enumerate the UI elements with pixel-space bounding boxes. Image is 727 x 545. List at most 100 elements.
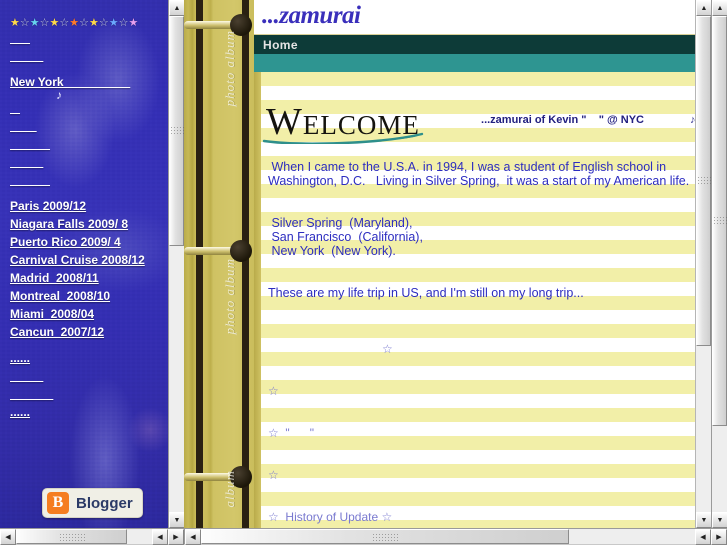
sidebar-item-carnival-cruise[interactable]: Carnival Cruise 2008/12 <box>10 251 168 269</box>
sidebar-link-cancun[interactable]: Cancun 2007/12 <box>10 323 104 341</box>
subtitle-music-note-icon: ♪ <box>689 114 695 126</box>
sidebar-vertical-scrollbar[interactable]: ▲ ▼ <box>168 0 185 528</box>
outer-vertical-scrollbar[interactable]: ▲ ▼ <box>711 0 727 528</box>
website-scroll-down-button[interactable]: ▼ <box>696 512 711 528</box>
sidebar-item-dots-2[interactable]: ...... <box>10 403 168 421</box>
main-scroll-right-button-a[interactable]: ◀ <box>695 529 711 545</box>
decorative-star-icon-4: ☆ <box>39 17 50 29</box>
main-horizontal-scroll-thumb[interactable] <box>201 529 569 544</box>
sidebar-link-blank-6[interactable] <box>10 153 43 171</box>
intro-paragraph-line-1: When I came to the U.S.A. in 1994, I was… <box>268 160 667 174</box>
sidebar-horizontal-scroll-thumb[interactable] <box>16 529 127 544</box>
nav-item-home[interactable]: Home <box>263 38 298 52</box>
decorative-star-icon-5: ★ <box>49 17 60 29</box>
website-scroll-up-button[interactable]: ▲ <box>696 0 711 16</box>
sidebar-link-dots-2[interactable]: ...... <box>10 403 30 421</box>
sidebar-links-trips: Paris 2009/12 Niagara Falls 2009/ 8 Puerto… <box>0 197 168 341</box>
outer-vertical-scroll-thumb[interactable] <box>712 16 727 426</box>
sidebar-link-carnival-cruise[interactable]: Carnival Cruise 2008/12 <box>10 251 145 269</box>
main-panel: photo album photo album album ...zamurai… <box>184 0 727 528</box>
sidebar-link-blank-3[interactable] <box>10 99 20 117</box>
spine-stripe-left <box>196 0 203 528</box>
sidebar-link-new-york[interactable]: New York <box>10 73 130 91</box>
sidebar-item-blank-9[interactable] <box>10 385 168 403</box>
sidebar-item-dots-1[interactable]: ...... <box>10 349 168 367</box>
binder-ring-1 <box>184 14 254 36</box>
blogger-badge[interactable]: B Blogger <box>42 488 143 518</box>
sidebar-link-niagara-falls[interactable]: Niagara Falls 2009/ 8 <box>10 215 128 233</box>
sidebar-link-puerto-rico[interactable]: Puerto Rico 2009/ 4 <box>10 233 121 251</box>
sidebar-vertical-scroll-track[interactable] <box>169 16 184 512</box>
website-vertical-scroll-thumb[interactable] <box>696 16 711 346</box>
decorative-star-icon-13: ★ <box>128 17 139 29</box>
sidebar-link-paris[interactable]: Paris 2009/12 <box>10 197 86 215</box>
sidebar-item-madrid[interactable]: Madrid 2008/11 <box>10 269 168 287</box>
navigation-bar: Home <box>254 34 695 54</box>
sidebar-horizontal-scroll-track[interactable] <box>16 529 152 544</box>
scroll-thumb-grip <box>712 216 727 226</box>
sidebar-link-blank-2[interactable] <box>10 47 43 65</box>
sidebar-item-cancun[interactable]: Cancun 2007/12 <box>10 323 168 341</box>
sidebar-item-blank-1[interactable] <box>10 29 168 47</box>
content-star-2: ☆ <box>268 384 279 398</box>
sidebar-link-blank-7[interactable] <box>10 171 50 189</box>
sidebar-horizontal-scrollbar[interactable]: ◀ ◀ ▶ <box>0 528 184 545</box>
sidebar-item-paris[interactable]: Paris 2009/12 <box>10 197 168 215</box>
main-scroll-left-button[interactable]: ◀ <box>185 529 201 545</box>
sidebar-link-blank-8[interactable] <box>10 367 43 385</box>
sidebar-link-dots-1[interactable]: ...... <box>10 349 30 367</box>
outer-vertical-scroll-track[interactable] <box>712 16 727 512</box>
sidebar-scroll-up-button[interactable]: ▲ <box>169 0 185 16</box>
main-horizontal-scroll-track[interactable] <box>201 529 695 544</box>
sidebar-vertical-scroll-thumb[interactable] <box>169 16 184 246</box>
sidebar-item-puerto-rico[interactable]: Puerto Rico 2009/ 4 <box>10 233 168 251</box>
music-note-icon: ♪ <box>56 88 62 102</box>
sidebar-scroll-left-button[interactable]: ◀ <box>0 529 16 545</box>
website-page: ...zamurai Home WELCOME ...zamurai of Ke… <box>254 0 695 528</box>
sidebar-item-new-york[interactable]: New York <box>10 73 168 91</box>
sidebar-scroll-right-button[interactable]: ▶ <box>168 529 184 545</box>
sidebar-link-blank-5[interactable] <box>10 135 50 153</box>
sidebar-item-niagara-falls[interactable]: Niagara Falls 2009/ 8 <box>10 215 168 233</box>
sidebar-item-blank-2[interactable] <box>10 47 168 65</box>
content-star-rows: ☆ ☆ ☆ " " ☆ <box>254 342 695 482</box>
spine-label-3: album <box>222 470 237 508</box>
sidebar-scroll-down-button[interactable]: ▼ <box>169 512 185 528</box>
sidebar-item-montreal[interactable]: Montreal 2008/10 <box>10 287 168 305</box>
website-vertical-scrollbar[interactable]: ▲ ▼ <box>695 0 711 528</box>
sidebar-link-miami[interactable]: Miami 2008/04 <box>10 305 94 323</box>
sidebar-item-blank-5[interactable] <box>10 135 168 153</box>
history-of-update-heading: ☆ History of Update ☆ <box>268 510 393 524</box>
sidebar-item-blank-6[interactable] <box>10 153 168 171</box>
sidebar-item-blank-8[interactable] <box>10 367 168 385</box>
sidebar-links-bottom: ...... ...... <box>0 349 168 421</box>
sidebar-link-blank-4[interactable] <box>10 117 37 135</box>
sidebar-link-blank-9[interactable] <box>10 385 53 403</box>
main-scroll-area: photo album photo album album ...zamurai… <box>184 0 711 528</box>
sidebar-link-madrid[interactable]: Madrid 2008/11 <box>10 269 99 287</box>
sidebar-scroll-right-button-a[interactable]: ◀ <box>152 529 168 545</box>
blogger-icon: B <box>47 492 69 514</box>
main-horizontal-scrollbar[interactable]: ◀ ◀ ▶ <box>184 528 727 545</box>
outer-scroll-down-button[interactable]: ▼ <box>712 512 727 528</box>
star-decoration-row: ★☆★☆★☆★☆★☆★☆★ <box>0 0 168 29</box>
website-vertical-scroll-track[interactable] <box>696 16 711 512</box>
sidebar-item-blank-3[interactable] <box>10 99 168 117</box>
sidebar-content: ★☆★☆★☆★☆★☆★☆★ New York ♪ Paris 2009/12 N… <box>0 0 168 421</box>
sidebar-link-blank-1[interactable] <box>10 29 30 47</box>
sidebar-item-blank-7[interactable] <box>10 171 168 189</box>
outer-scroll-up-button[interactable]: ▲ <box>712 0 727 16</box>
sidebar-item-blank-4[interactable] <box>10 117 168 135</box>
main-scroll-right-button[interactable]: ▶ <box>711 529 727 545</box>
decorative-star-icon-10: ☆ <box>98 17 109 29</box>
sidebar-link-montreal[interactable]: Montreal 2008/10 <box>10 287 110 305</box>
sidebar-item-miami[interactable]: Miami 2008/04 <box>10 305 168 323</box>
photo-album-spine: photo album photo album album <box>184 0 254 528</box>
